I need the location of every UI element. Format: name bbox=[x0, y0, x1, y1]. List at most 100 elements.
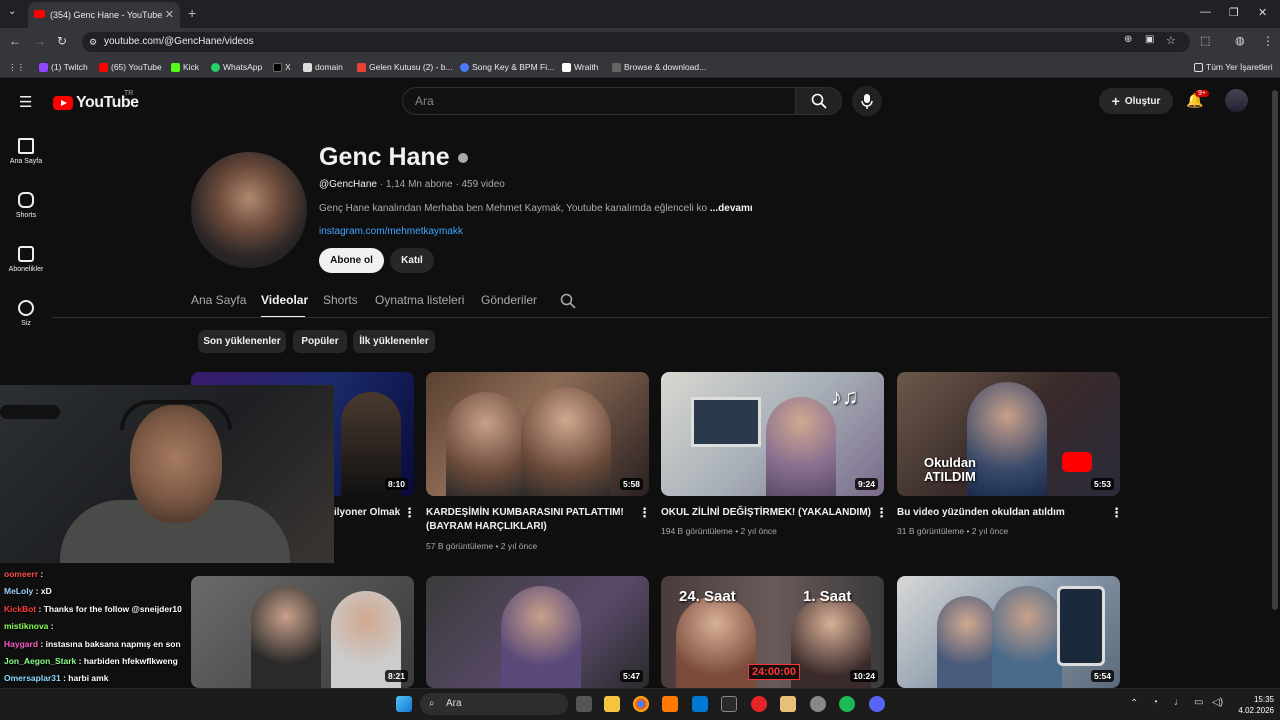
start-icon[interactable] bbox=[396, 696, 412, 712]
video-title[interactable]: KARDEŞİMİN KUMBARASINI PATLATTIM! (BAYRA… bbox=[426, 506, 631, 534]
restore-icon[interactable]: ❐ bbox=[1229, 6, 1239, 19]
video-title[interactable]: OKUL ZİLİNİ DEĞİŞTİRMEK! (YAKALANDIM) bbox=[661, 506, 871, 520]
taskbar-clock[interactable]: 15:35 4.02.2026 bbox=[1232, 694, 1274, 716]
channel-description[interactable]: Genç Hane kanalından Merhaba ben Mehmet … bbox=[319, 203, 753, 214]
xbox-icon[interactable] bbox=[721, 696, 737, 712]
bookmark-whatsapp[interactable]: WhatsApp bbox=[211, 62, 262, 72]
channel-search-icon[interactable] bbox=[560, 293, 576, 309]
video-duration: 5:54 bbox=[1090, 670, 1114, 682]
tab-list-button[interactable]: ⌄ bbox=[8, 6, 16, 17]
discord-icon[interactable] bbox=[869, 696, 885, 712]
tab-shorts[interactable]: Shorts bbox=[323, 293, 358, 307]
video-menu-icon[interactable]: ⋮ bbox=[403, 505, 416, 521]
tab-videos[interactable]: Videolar bbox=[261, 293, 308, 307]
new-tab-button[interactable]: + bbox=[188, 5, 196, 21]
scrollbar-thumb[interactable] bbox=[1272, 90, 1278, 610]
bookmark-x[interactable]: X bbox=[273, 62, 291, 72]
chrome-icon[interactable] bbox=[633, 696, 649, 712]
youtube-favicon-icon bbox=[34, 10, 45, 18]
tabs-divider bbox=[52, 317, 1270, 318]
video-menu-icon[interactable]: ⋮ bbox=[1110, 505, 1123, 521]
mic-tray-icon[interactable]: ♩ bbox=[1174, 697, 1184, 708]
all-bookmarks[interactable]: Tüm Yer İşaretleri bbox=[1194, 62, 1273, 72]
install-icon[interactable]: ▣ bbox=[1145, 34, 1154, 45]
sidebar-item-home[interactable]: Ana Sayfa bbox=[0, 138, 52, 165]
steam-icon[interactable] bbox=[810, 696, 826, 712]
account-avatar[interactable] bbox=[1225, 89, 1248, 112]
bookmark-star-icon[interactable]: ☆ bbox=[1166, 34, 1176, 47]
menu-icon[interactable]: ⋮ bbox=[1262, 34, 1274, 48]
video-menu-icon[interactable]: ⋮ bbox=[638, 505, 651, 521]
search-button[interactable] bbox=[795, 87, 842, 115]
video-thumbnail[interactable]: 5:54 bbox=[897, 576, 1120, 688]
spotify-icon[interactable] bbox=[839, 696, 855, 712]
youtube-logo[interactable]: YouTube TR bbox=[53, 90, 139, 112]
reload-icon[interactable]: ↻ bbox=[57, 34, 67, 48]
search-input[interactable]: Ara bbox=[402, 87, 796, 115]
zoom-icon[interactable]: ⊕ bbox=[1124, 34, 1132, 45]
chip-popular[interactable]: Popüler bbox=[293, 330, 347, 353]
apps-icon[interactable]: ⋮⋮ bbox=[8, 62, 25, 73]
browser-tab[interactable]: (354) Genc Hane - YouTube ✕ bbox=[28, 2, 180, 28]
forward-icon[interactable]: → bbox=[34, 34, 46, 48]
chat-message: mistiknova : bbox=[4, 621, 54, 631]
download-icon bbox=[612, 62, 621, 72]
back-icon[interactable]: ← bbox=[9, 34, 21, 48]
brave-icon[interactable] bbox=[662, 696, 678, 712]
more-link[interactable]: ...devamı bbox=[710, 203, 753, 214]
hamburger-menu-icon[interactable]: ☰ bbox=[19, 93, 32, 111]
volume-icon[interactable]: ◁) bbox=[1212, 697, 1223, 708]
bookmark-domain[interactable]: domain bbox=[303, 62, 343, 72]
channel-avatar[interactable] bbox=[191, 152, 307, 268]
chat-message: Haygard : instasına baksana napmış en so… bbox=[4, 639, 181, 649]
video-title[interactable]: Bu video yüzünden okuldan atıldım bbox=[897, 506, 1065, 520]
tray-chevron-icon[interactable]: ⌃ bbox=[1130, 698, 1138, 709]
page-scrollbar[interactable] bbox=[1270, 80, 1280, 688]
app-icon[interactable] bbox=[751, 696, 767, 712]
video-thumbnail[interactable]: 5:47 bbox=[426, 576, 649, 688]
bookmark-youtube[interactable]: (65) YouTube bbox=[99, 62, 162, 72]
video-menu-icon[interactable]: ⋮ bbox=[875, 505, 888, 521]
extensions-icon[interactable]: ⬚ bbox=[1200, 34, 1210, 47]
sidebar-item-subscriptions[interactable]: Abonelikler bbox=[0, 246, 52, 273]
chat-message: Omersaplar31 : harbi amk bbox=[4, 673, 108, 683]
url-field[interactable]: ⚙ youtube.com/@GencHane/videos bbox=[82, 32, 1190, 52]
subscribe-button[interactable]: Abone ol bbox=[319, 248, 384, 273]
chip-latest[interactable]: Son yüklenenler bbox=[198, 330, 286, 353]
app-icon[interactable] bbox=[780, 696, 796, 712]
site-info-icon[interactable]: ⚙ bbox=[89, 32, 97, 52]
minimize-icon[interactable]: — bbox=[1200, 6, 1211, 18]
bookmark-gmail[interactable]: Gelen Kutusu (2) - b... bbox=[357, 62, 453, 72]
video-thumbnail[interactable]: ♪♫ 9:24 bbox=[661, 372, 884, 496]
bookmark-twitch[interactable]: (1) Twitch bbox=[39, 62, 88, 72]
bookmark-songkey[interactable]: Song Key & BPM Fi... bbox=[460, 62, 554, 72]
sidebar-item-you[interactable]: Siz bbox=[0, 300, 52, 327]
join-button[interactable]: Katıl bbox=[390, 248, 434, 273]
task-view-icon[interactable] bbox=[576, 696, 592, 712]
network-icon[interactable]: ◔ bbox=[1152, 697, 1158, 708]
video-thumbnail[interactable]: 24. Saat 1. Saat 24:00:00 10:24 bbox=[661, 576, 884, 688]
chip-oldest[interactable]: İlk yüklenenler bbox=[353, 330, 435, 353]
close-window-icon[interactable]: ✕ bbox=[1258, 6, 1267, 19]
create-button[interactable]: + Oluştur bbox=[1099, 88, 1173, 114]
tab-posts[interactable]: Gönderiler bbox=[481, 293, 537, 307]
thumbnail-person bbox=[676, 596, 756, 688]
close-tab-icon[interactable]: ✕ bbox=[165, 8, 174, 21]
profile-icon[interactable]: ◍ bbox=[1235, 34, 1245, 47]
video-thumbnail[interactable]: 5:58 bbox=[426, 372, 649, 496]
file-explorer-icon[interactable] bbox=[604, 696, 620, 712]
bookmark-kick[interactable]: Kick bbox=[171, 62, 199, 72]
taskbar-search[interactable]: ⌕ Ara bbox=[420, 693, 568, 715]
channel-link[interactable]: instagram.com/mehmetkaymakk bbox=[319, 226, 463, 237]
store-icon[interactable] bbox=[692, 696, 708, 712]
tab-home[interactable]: Ana Sayfa bbox=[191, 293, 246, 307]
shorts-icon bbox=[18, 192, 34, 208]
voice-search-button[interactable] bbox=[852, 86, 882, 116]
video-thumbnail[interactable]: Okuldan ATILDIM 5:53 bbox=[897, 372, 1120, 496]
monitor-icon[interactable]: ▭ bbox=[1194, 697, 1203, 708]
bookmark-wraith[interactable]: Wraith bbox=[562, 62, 598, 72]
video-title[interactable]: ilyoner Olmak bbox=[334, 506, 400, 520]
sidebar-item-shorts[interactable]: Shorts bbox=[0, 192, 52, 219]
bookmark-browse[interactable]: Browse & download... bbox=[612, 62, 706, 72]
tab-playlists[interactable]: Oynatma listeleri bbox=[375, 293, 464, 307]
